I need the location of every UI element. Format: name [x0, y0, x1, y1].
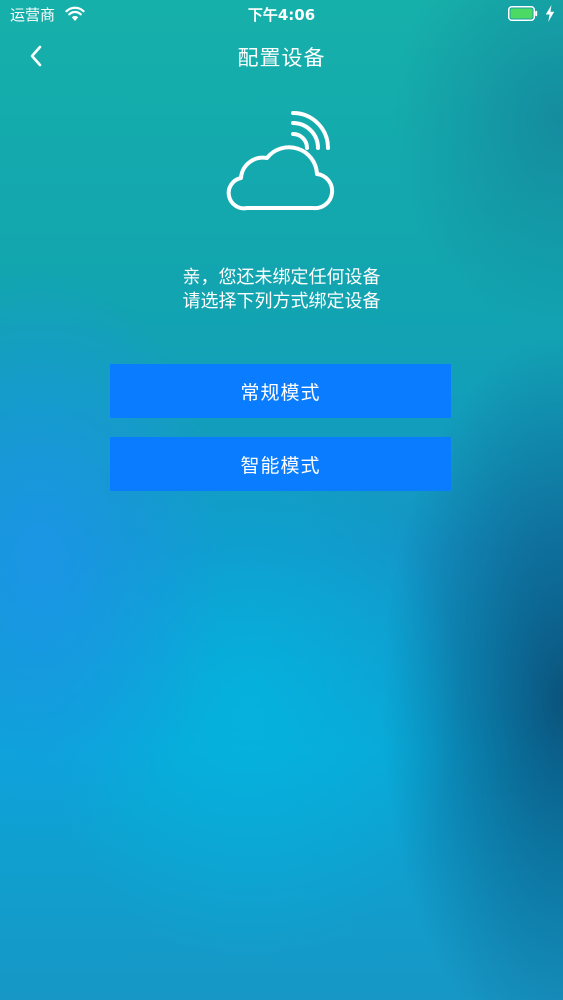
normal-mode-button[interactable]: 常规模式 [110, 364, 451, 418]
message-line-2: 请选择下列方式绑定设备 [182, 291, 381, 312]
message-line-1: 亲，您还未绑定任何设备 [182, 267, 381, 288]
cloud-wifi-icon [226, 111, 335, 211]
page-title: 配置设备 [237, 46, 326, 70]
empty-device-message: 亲，您还未绑定任何设备 请选择下列方式绑定设备 [0, 266, 563, 314]
nav-bar: 配置设备 [0, 30, 563, 84]
status-bar: 运营商 下午4:06 [0, 0, 563, 30]
charging-bolt-icon [545, 5, 555, 22]
battery-icon [508, 6, 538, 21]
status-time: 下午4:06 [247, 6, 316, 24]
smart-mode-button[interactable]: 智能模式 [110, 437, 451, 491]
